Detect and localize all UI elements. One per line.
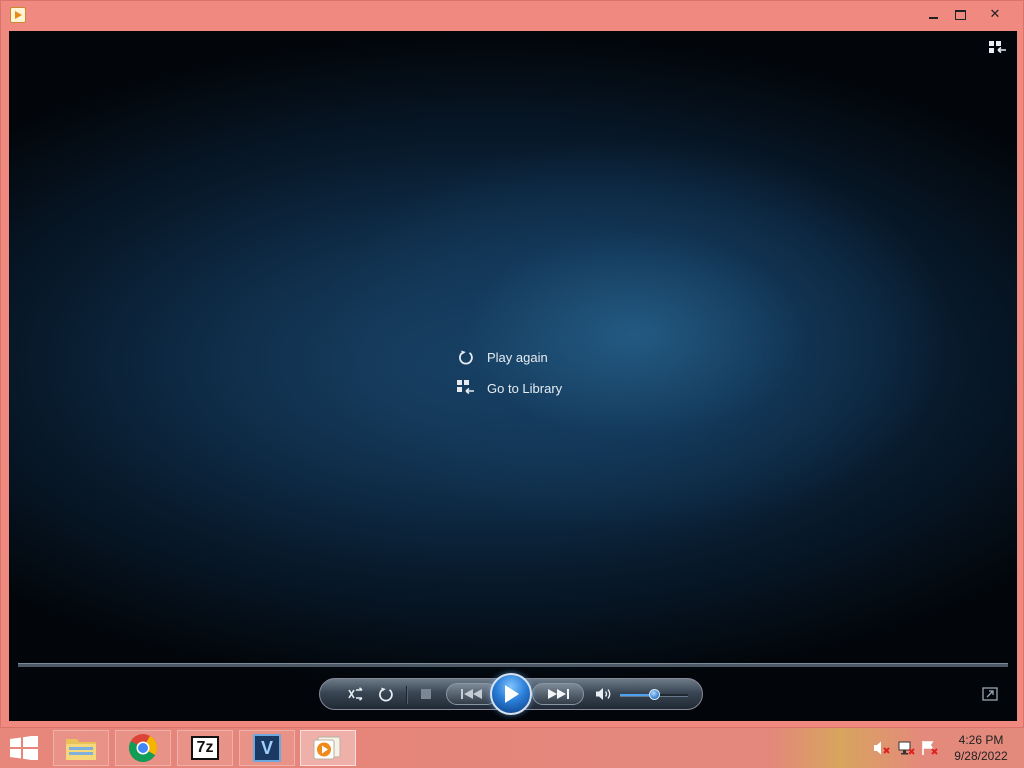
volume-slider[interactable]	[620, 689, 688, 700]
v-label: V	[260, 737, 273, 758]
taskbar-chrome[interactable]	[115, 730, 171, 766]
clock-date: 9/28/2022	[954, 749, 1008, 763]
go-to-library-link[interactable]: Go to Library	[457, 376, 562, 400]
shuffle-button[interactable]	[346, 685, 366, 703]
taskbar-7zip[interactable]: 7z	[177, 730, 233, 766]
play-again-link[interactable]: Play again	[457, 345, 562, 369]
next-button[interactable]	[532, 683, 584, 705]
maximize-icon	[954, 9, 966, 20]
tray-network[interactable]	[897, 740, 915, 756]
play-icon	[505, 685, 519, 703]
stop-icon	[421, 689, 431, 699]
replay-icon	[457, 349, 475, 365]
taskbar-media-player[interactable]	[300, 730, 356, 766]
mute-button[interactable]	[594, 685, 614, 703]
play-button[interactable]	[490, 673, 532, 715]
title-bar[interactable]: ✕	[1, 1, 1023, 31]
system-clock[interactable]: 4:26 PM 9/28/2022	[946, 732, 1016, 764]
close-icon: ✕	[989, 6, 1001, 21]
media-player-window: ✕ Play again Go to Library	[0, 0, 1024, 728]
network-icon	[898, 741, 915, 755]
library-icon	[457, 380, 475, 396]
fullscreen-icon	[982, 687, 998, 701]
play-again-label: Play again	[487, 349, 548, 365]
taskbar-visual-studio[interactable]: V	[239, 730, 295, 766]
media-player-icon	[313, 736, 341, 760]
go-to-library-label: Go to Library	[487, 380, 563, 396]
7z-icon: 7z	[191, 736, 219, 760]
speaker-muted-icon	[874, 741, 890, 755]
start-button[interactable]	[10, 735, 38, 761]
switch-to-now-playing-button[interactable]	[982, 687, 998, 701]
folder-icon	[66, 739, 96, 760]
stop-button[interactable]	[416, 685, 436, 703]
video-area[interactable]: Play again Go to Library	[9, 31, 1017, 721]
tray-volume-muted[interactable]	[873, 740, 891, 756]
library-switch-icon	[989, 41, 1006, 54]
control-separator	[406, 686, 408, 704]
switch-to-library-button[interactable]	[989, 41, 1007, 55]
end-of-media-menu: Play again Go to Library	[457, 345, 562, 407]
chrome-icon	[129, 734, 157, 762]
shuffle-icon	[348, 687, 363, 701]
volume-thumb[interactable]	[649, 689, 660, 700]
windows-logo-icon	[10, 735, 38, 761]
repeat-button[interactable]	[376, 685, 396, 703]
taskbar-file-explorer[interactable]	[53, 730, 109, 766]
media-player-icon[interactable]	[10, 7, 26, 23]
7z-label: 7z	[196, 739, 214, 756]
clock-time: 4:26 PM	[958, 733, 1004, 747]
next-icon	[548, 689, 569, 699]
tray-action-center[interactable]	[921, 740, 939, 756]
minimize-button[interactable]	[918, 3, 948, 25]
playback-controls	[319, 673, 703, 715]
close-button[interactable]: ✕	[971, 3, 1019, 25]
minimize-icon	[928, 16, 938, 19]
previous-icon	[461, 689, 482, 699]
repeat-icon	[379, 687, 393, 702]
flag-icon	[922, 741, 938, 755]
v-icon: V	[253, 734, 281, 762]
taskbar: 7z V 4:26 PM 9/28/2022	[0, 728, 1024, 768]
speaker-icon	[596, 688, 611, 700]
seek-bar[interactable]	[18, 663, 1008, 667]
